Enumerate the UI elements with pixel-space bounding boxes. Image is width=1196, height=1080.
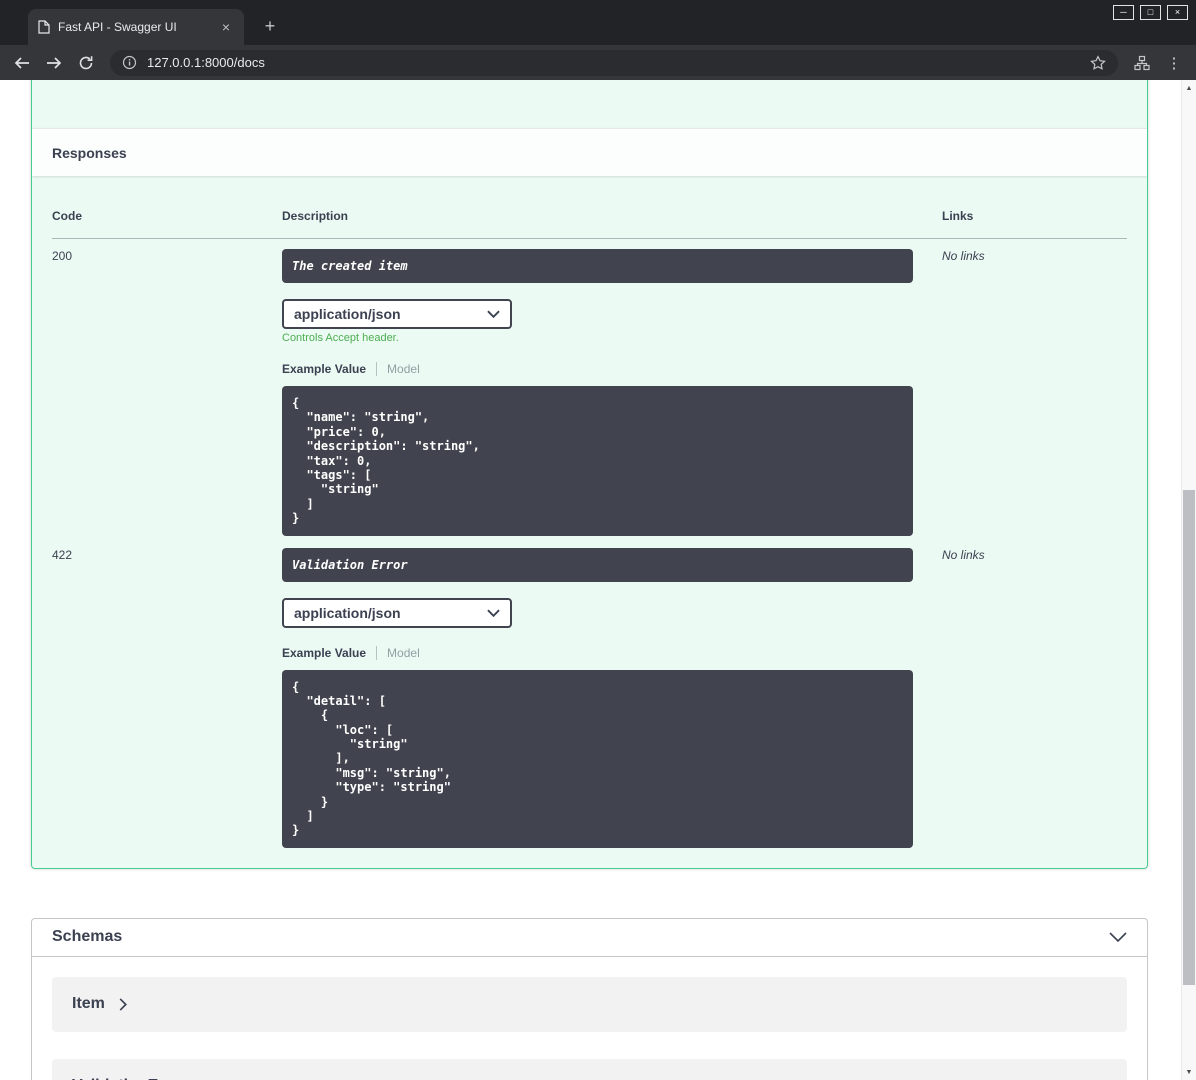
media-type-select[interactable]: application/json [282,597,512,628]
tab-model[interactable]: Model [376,645,420,660]
scrollbar-thumb[interactable] [1183,490,1195,985]
response-description-box: Validation Error [282,547,913,582]
response-row-200: 200 The created item application/json Co… [52,239,1127,536]
responses-table-wrapper: Code Description Links 200 The created i… [32,176,1147,868]
window-maximize-button[interactable]: □ [1140,5,1161,20]
chevron-down-icon [487,609,500,617]
schemas-header[interactable]: Schemas [32,919,1147,957]
response-links: No links [942,547,985,562]
responses-title: Responses [52,144,127,161]
example-json-block: { "name": "string", "price": 0, "descrip… [282,386,913,536]
response-code: 422 [52,547,73,562]
window-minimize-button[interactable]: ─ [1113,5,1134,20]
address-bar[interactable]: 127.0.0.1:8000/docs [110,49,1118,76]
browser-toolbar: 127.0.0.1:8000/docs ⋮ [0,45,1196,80]
schemas-body: Item ValidationError [32,957,1147,1080]
col-header-code: Code [52,196,282,239]
window-controls: ─ □ × [1113,5,1188,20]
reload-button[interactable] [72,49,100,77]
example-json-block: { "detail": [ { "loc": [ "string" ], "ms… [282,669,913,848]
model-name: Item [72,995,105,1013]
tab-example-value[interactable]: Example Value [282,646,366,660]
model-item[interactable]: Item [52,976,1127,1032]
controls-accept-note: Controls Accept header. [282,332,399,344]
tab-close-icon[interactable]: × [218,18,234,36]
model-validationerror[interactable]: ValidationError [52,1058,1127,1080]
forward-button[interactable] [40,49,68,77]
swagger-ui: Responses Code Description Links 200 The… [31,80,1148,1080]
col-header-description: Description [282,196,942,239]
schemas-title: Schemas [52,928,123,946]
media-type-value: application/json [294,306,401,322]
media-type-value: application/json [294,604,401,621]
scroll-down-button[interactable]: ▼ [1182,1064,1196,1080]
tab-title: Fast API - Swagger UI [58,20,177,34]
example-model-tabs: Example Value Model [282,362,942,376]
responses-section-header: Responses [32,128,1147,176]
browser-titlebar: Fast API - Swagger UI × + ─ □ × [0,0,1196,45]
schemas-section: Schemas Item ValidationError [31,917,1148,1080]
bookmark-star-icon[interactable] [1090,54,1106,71]
response-links: No links [942,249,985,263]
example-model-tabs: Example Value Model [282,645,942,660]
kebab-menu-icon: ⋮ [1166,54,1182,72]
scrollbar[interactable]: ▲ ▼ [1181,80,1196,1080]
chevron-down-icon[interactable] [1109,932,1127,943]
scroll-up-button[interactable]: ▲ [1182,80,1196,96]
page-favicon-icon [38,20,50,34]
response-code: 200 [52,249,73,263]
url-text: 127.0.0.1:8000/docs [147,55,265,70]
page-content: Responses Code Description Links 200 The… [0,80,1196,1080]
tab-example-value[interactable]: Example Value [282,362,366,376]
col-header-links: Links [942,196,1127,239]
tab-model[interactable]: Model [376,362,420,376]
responses-table: Code Description Links 200 The created i… [52,196,1127,848]
site-info-icon[interactable] [122,55,137,70]
opblock-spacer [32,80,1147,128]
response-row-422: 422 Validation Error application/json Ex… [52,536,1127,848]
chevron-down-icon [487,310,500,318]
new-tab-button[interactable]: + [258,14,282,38]
browser-window: Fast API - Swagger UI × + ─ □ × 127.0.0.… [0,0,1196,1080]
response-description-box: The created item [282,249,913,283]
browser-tab[interactable]: Fast API - Swagger UI × [28,9,244,45]
media-type-select[interactable]: application/json [282,299,512,329]
back-button[interactable] [8,49,36,77]
sitemap-icon[interactable] [1128,49,1156,77]
chevron-right-icon [119,998,127,1011]
window-close-button[interactable]: × [1167,5,1188,20]
browser-menu-button[interactable]: ⋮ [1160,49,1188,77]
opblock-responses: Responses Code Description Links 200 The… [31,80,1148,869]
